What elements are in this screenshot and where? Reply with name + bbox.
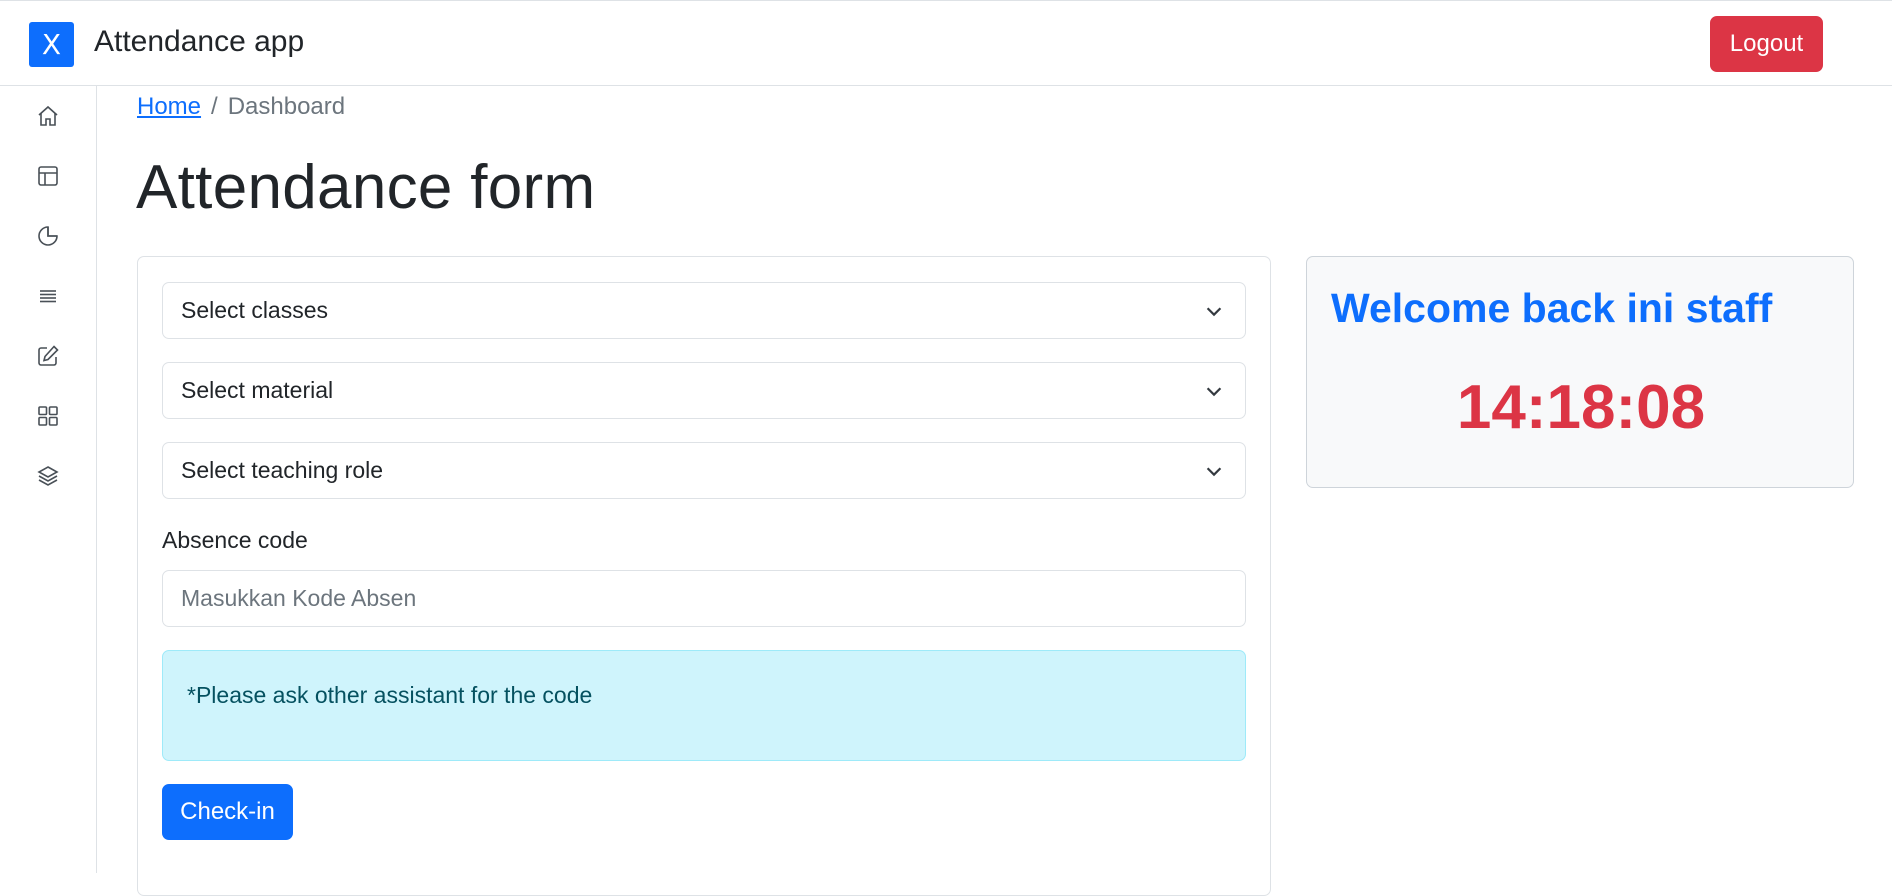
pie-chart-icon[interactable] <box>36 224 60 248</box>
breadcrumb: Home / Dashboard <box>137 93 345 121</box>
logout-button[interactable]: Logout <box>1710 16 1823 72</box>
sidebar <box>0 86 97 873</box>
select-material-dropdown[interactable]: Select material <box>162 362 1246 419</box>
welcome-card: Welcome back ini staff 14:18:08 <box>1306 256 1854 488</box>
absence-code-label: Absence code <box>162 527 308 553</box>
checkin-button[interactable]: Check-in <box>162 784 293 840</box>
edit-icon[interactable] <box>36 344 60 368</box>
clock-display: 14:18:08 <box>1456 373 1706 442</box>
attendance-form-card: Select classes Select material Select te… <box>137 256 1271 896</box>
select-teaching-role-dropdown[interactable]: Select teaching role <box>162 442 1246 499</box>
breadcrumb-current: Dashboard <box>227 93 346 120</box>
select-material-label: Select material <box>181 377 334 403</box>
absence-code-input[interactable] <box>162 570 1246 627</box>
chevron-down-icon <box>1203 380 1225 402</box>
chevron-down-icon <box>1203 460 1225 482</box>
grid-icon[interactable] <box>36 404 60 428</box>
chevron-down-icon <box>1203 300 1225 322</box>
list-icon[interactable] <box>36 284 60 308</box>
welcome-message: Welcome back ini staff <box>1331 285 1773 331</box>
app-logo[interactable]: X <box>29 22 74 67</box>
select-classes-dropdown[interactable]: Select classes <box>162 282 1246 339</box>
layout-icon[interactable] <box>36 164 60 188</box>
home-icon[interactable] <box>36 104 60 128</box>
page-title: Attendance form <box>136 153 596 222</box>
info-alert: *Please ask other assistant for the code <box>162 650 1246 761</box>
breadcrumb-separator: / <box>211 93 218 120</box>
select-teaching-role-label: Select teaching role <box>181 457 384 483</box>
app-name: Attendance app <box>94 25 305 58</box>
top-navbar: X Attendance app Logout <box>0 0 1892 86</box>
layers-icon[interactable] <box>36 464 60 488</box>
select-classes-label: Select classes <box>181 297 329 323</box>
breadcrumb-home-link[interactable]: Home <box>137 93 201 120</box>
